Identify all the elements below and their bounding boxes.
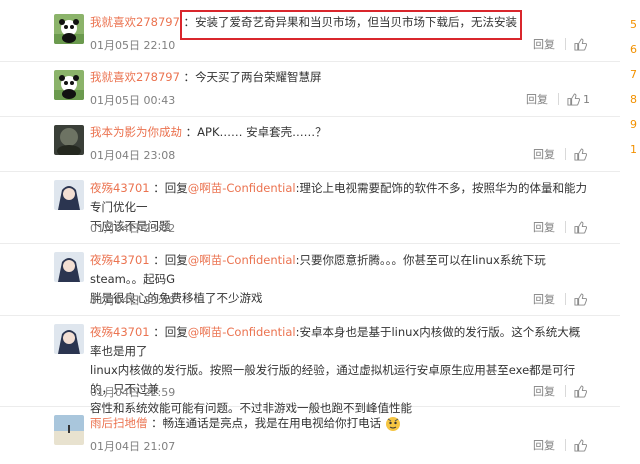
like-button[interactable] (574, 292, 590, 306)
like-count: 1 (583, 92, 590, 106)
like-button[interactable] (574, 220, 590, 234)
highlight-box (180, 10, 522, 40)
separator: ： (147, 416, 163, 430)
comment-item: 雨后扫地僧 ：畅连通话是亮点，我是在用电视给你打电话 01月04日 21:07 … (0, 407, 620, 464)
reply-button[interactable]: 回复 (533, 291, 555, 307)
anime-avatar-icon (54, 180, 84, 210)
username-link[interactable]: 夜殇43701 (90, 325, 150, 339)
comment-text: 畅连通话是亮点，我是在用电视给你打电话 (162, 416, 382, 430)
anime-avatar-icon (54, 252, 84, 282)
avatar[interactable] (54, 180, 84, 210)
username-link[interactable]: 我就喜欢278797 (90, 70, 180, 84)
panda-avatar-icon (54, 14, 84, 44)
thumbs-up-icon (574, 37, 587, 51)
thumbs-up-icon (574, 220, 587, 234)
like-button[interactable] (574, 384, 590, 398)
thumbs-up-icon (574, 292, 587, 306)
mention-link[interactable]: @啊苗-Confidential (188, 325, 296, 339)
like-button[interactable] (574, 147, 590, 161)
reply-button[interactable]: 回复 (533, 437, 555, 453)
comment-text: 今天买了两台荣耀智慧屏 (195, 70, 322, 84)
face-emoji-icon (385, 416, 400, 431)
thumbs-up-icon (574, 384, 587, 398)
separator: ： (149, 253, 165, 267)
side-number: 9 (630, 118, 637, 131)
anime-avatar-icon (54, 324, 84, 354)
username-link[interactable]: 我就喜欢278797 (90, 15, 180, 29)
reply-prefix: 回复 (164, 181, 188, 195)
like-button[interactable]: 1 (567, 93, 590, 106)
comment-time: 01月05日 22:10 (90, 39, 176, 52)
separator: ： (182, 125, 198, 139)
action-divider (565, 293, 566, 305)
comment-time: 01月04日 21:07 (90, 440, 176, 453)
action-divider (565, 38, 566, 50)
side-number: 7 (630, 68, 637, 81)
avatar[interactable] (54, 252, 84, 282)
reply-button[interactable]: 回复 (533, 36, 555, 52)
reply-button[interactable]: 回复 (533, 219, 555, 235)
comment-feed: 我就喜欢278797 ：安装了爱奇艺奇异果和当贝市场，但当贝市场下载后，无法安装… (0, 0, 620, 464)
comment-item: 夜殇43701 ：回复@啊苗-Confidential:安卓本身也是基于linu… (0, 316, 620, 415)
comment-item: 夜殇43701 ：回复@啊苗-Confidential:只要你愿意折腾。。。你甚… (0, 244, 620, 316)
reply-prefix: 回复 (164, 253, 188, 267)
like-button[interactable] (574, 438, 590, 452)
side-number: 5 (630, 18, 637, 31)
panda-avatar-icon (54, 70, 84, 100)
comment-time: 01月04日 22:59 (90, 386, 176, 399)
like-button[interactable] (574, 37, 590, 51)
separator: ： (149, 181, 165, 195)
reply-button[interactable]: 回复 (526, 91, 548, 107)
comment-item: 夜殇43701 ：回复@啊苗-Confidential:理论上电视需要配饰的软件… (0, 172, 620, 244)
action-divider (565, 385, 566, 397)
action-divider (565, 439, 566, 451)
comment-time: 01月05日 00:43 (90, 94, 176, 107)
thumbs-up-icon (567, 92, 580, 106)
comment-item: 我就喜欢278797 ：今天买了两台荣耀智慧屏 01月05日 00:43 回复 … (0, 62, 620, 117)
username-link[interactable]: 我本为影为你成劫 (90, 125, 182, 139)
comment-item: 我本为影为你成劫 ：APK…… 安卓套壳……？ 01月04日 23:08 回复 (0, 117, 620, 172)
username-link[interactable]: 夜殇43701 (90, 253, 150, 267)
mention-link[interactable]: @啊苗-Confidential (188, 253, 296, 267)
comment-time: 01月04日 23:00 (90, 294, 176, 307)
reply-prefix: 回复 (164, 325, 188, 339)
side-number: 8 (630, 93, 637, 106)
side-number: 6 (630, 43, 637, 56)
avatar[interactable] (54, 324, 84, 354)
thumbs-up-icon (574, 147, 587, 161)
action-divider (565, 148, 566, 160)
side-number: 1 (630, 143, 637, 156)
comment-time: 01月04日 23:02 (90, 222, 176, 235)
thumbs-up-icon (574, 438, 587, 452)
avatar[interactable] (54, 125, 84, 155)
mention-link[interactable]: @啊苗-Confidential (188, 181, 296, 195)
seaside-avatar-icon (54, 415, 84, 445)
username-link[interactable]: 雨后扫地僧 (90, 416, 148, 430)
avatar[interactable] (54, 14, 84, 44)
avatar[interactable] (54, 70, 84, 100)
avatar[interactable] (54, 415, 84, 445)
comment-time: 01月04日 23:08 (90, 149, 176, 162)
action-divider (558, 93, 559, 105)
separator: ： (149, 325, 165, 339)
dark-photo-avatar-icon (54, 125, 84, 155)
comment-text: APK…… 安卓套壳……？ (197, 125, 327, 139)
username-link[interactable]: 夜殇43701 (90, 181, 150, 195)
separator: ： (179, 70, 196, 84)
reply-button[interactable]: 回复 (533, 146, 555, 162)
action-divider (565, 221, 566, 233)
reply-button[interactable]: 回复 (533, 383, 555, 399)
